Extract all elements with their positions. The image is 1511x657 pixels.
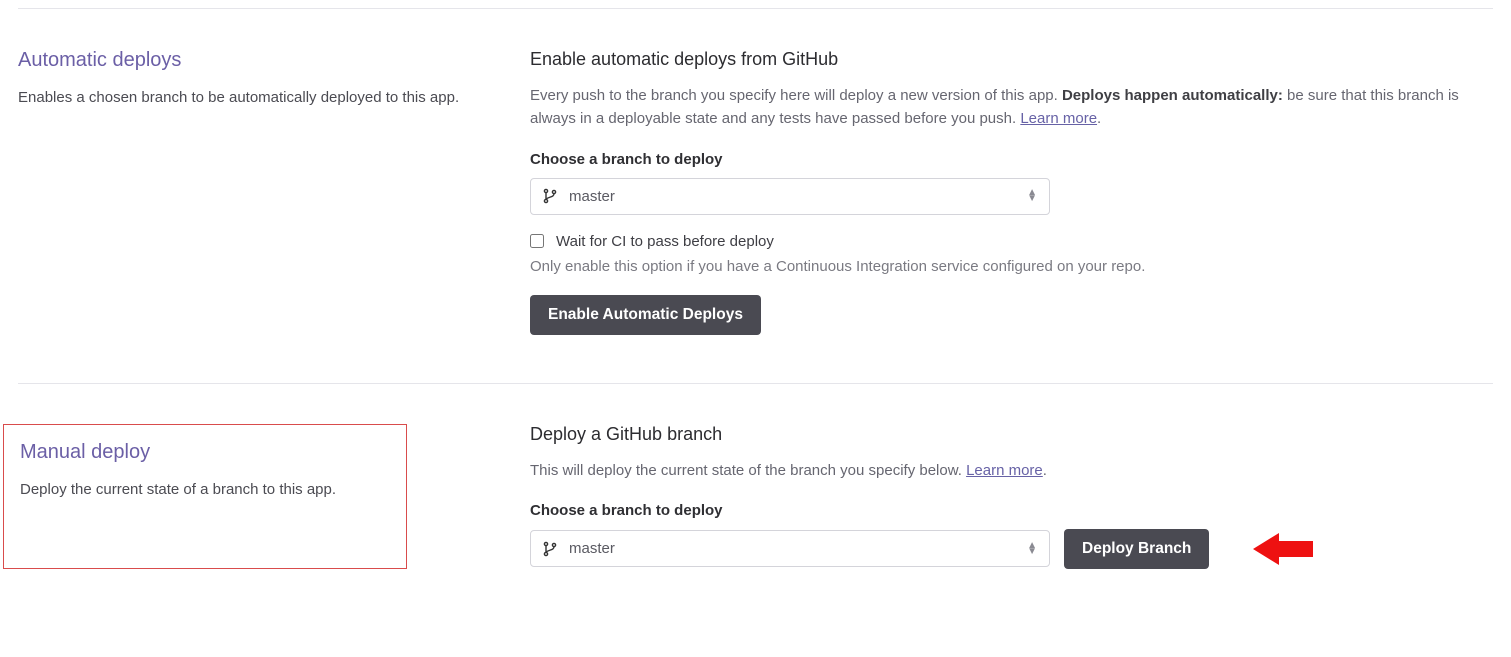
auto-body-strong: Deploys happen automatically: xyxy=(1062,87,1283,104)
manual-deploy-section: Manual deploy Deploy the current state o… xyxy=(18,424,1493,569)
auto-title: Automatic deploys xyxy=(18,49,500,72)
divider-top xyxy=(18,8,1493,9)
annotation-arrow-icon xyxy=(1253,531,1313,567)
chevron-updown-icon: ▲▼ xyxy=(1027,543,1037,555)
wait-for-ci-checkbox[interactable] xyxy=(530,234,544,248)
manual-choose-label: Choose a branch to deploy xyxy=(530,502,1493,519)
auto-heading: Enable automatic deploys from GitHub xyxy=(530,49,1493,70)
automatic-deploys-section: Automatic deploys Enables a chosen branc… xyxy=(18,49,1493,335)
git-branch-icon xyxy=(543,188,557,204)
manual-learn-more-link[interactable]: Learn more xyxy=(966,462,1043,479)
auto-body-1: Every push to the branch you specify her… xyxy=(530,87,1062,104)
auto-right: Enable automatic deploys from GitHub Eve… xyxy=(530,49,1493,335)
manual-desc: Deploy the current state of a branch to … xyxy=(20,478,390,501)
manual-title: Manual deploy xyxy=(20,441,390,464)
manual-body-text: This will deploy the current state of th… xyxy=(530,462,966,479)
auto-branch-select[interactable]: master ▲▼ xyxy=(530,178,1050,215)
deploy-branch-button[interactable]: Deploy Branch xyxy=(1064,529,1209,569)
auto-choose-label: Choose a branch to deploy xyxy=(530,151,1493,168)
chevron-updown-icon: ▲▼ xyxy=(1027,190,1037,202)
auto-desc: Enables a chosen branch to be automatica… xyxy=(18,86,500,109)
ci-hint: Only enable this option if you have a Co… xyxy=(530,258,1493,275)
auto-body: Every push to the branch you specify her… xyxy=(530,84,1493,131)
manual-right: Deploy a GitHub branch This will deploy … xyxy=(530,424,1493,569)
manual-heading: Deploy a GitHub branch xyxy=(530,424,1493,445)
manual-branch-select[interactable]: master ▲▼ xyxy=(530,530,1050,567)
git-branch-icon xyxy=(543,541,557,557)
auto-learn-more-link[interactable]: Learn more xyxy=(1020,110,1097,127)
manual-body: This will deploy the current state of th… xyxy=(530,459,1493,482)
manual-branch-value: master xyxy=(569,540,615,557)
wait-for-ci-label: Wait for CI to pass before deploy xyxy=(556,233,774,250)
enable-automatic-deploys-button[interactable]: Enable Automatic Deploys xyxy=(530,295,761,335)
manual-left-highlight: Manual deploy Deploy the current state o… xyxy=(3,424,407,569)
divider-mid xyxy=(18,383,1493,384)
auto-branch-value: master xyxy=(569,188,615,205)
auto-left: Automatic deploys Enables a chosen branc… xyxy=(18,49,530,335)
